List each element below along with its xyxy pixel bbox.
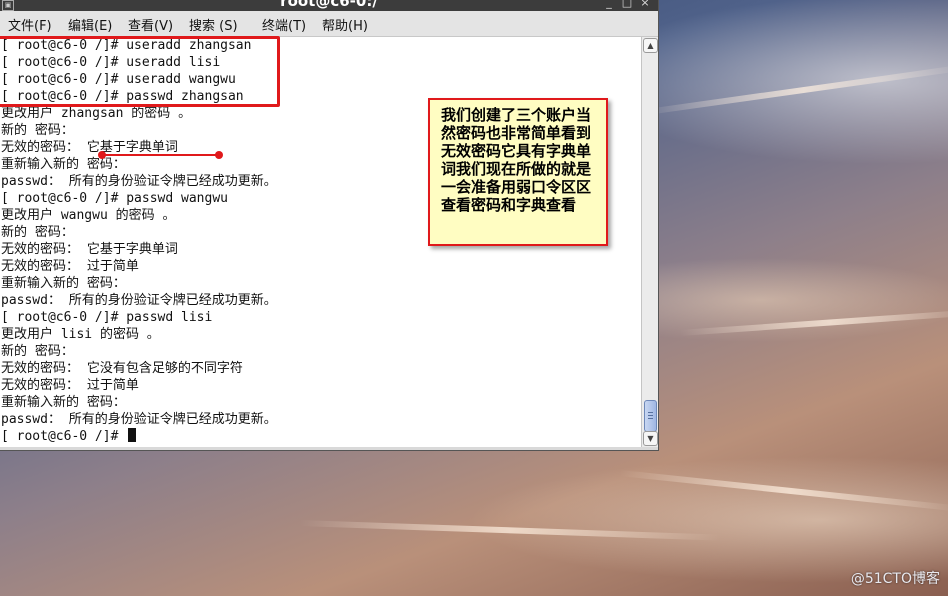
wallpaper-streak (619, 470, 948, 512)
watermark: @51CTO博客 (850, 571, 940, 587)
grip-line (648, 412, 653, 413)
menu-edit[interactable]: 编辑(E) (68, 15, 112, 34)
terminal-line: passwd： 所有的身份验证令牌已经成功更新。 (1, 174, 277, 189)
terminal-line: 重新输入新的 密码： (1, 157, 126, 172)
annotation-callout: 我们创建了三个账户当然密码也非常简单看到无效密码它具有字典单词我们现在所做的就是… (428, 98, 608, 246)
terminal-line: 重新输入新的 密码： (1, 276, 126, 291)
wallpaper-streak (679, 309, 948, 336)
terminal-line: 无效的密码： 过于简单 (1, 378, 139, 393)
terminal-line: 无效的密码： 它基于字典单词 (1, 242, 178, 257)
menu-bar: 文件(F) 编辑(E) 查看(V) 搜索 (S) 终端(T) 帮助(H) (0, 11, 658, 37)
terminal-line: 更改用户 zhangsan 的密码 。 (1, 106, 192, 121)
weak-password-underline (102, 154, 220, 156)
annotation-text: 我们创建了三个账户当然密码也非常简单看到无效密码它具有字典单词我们现在所做的就是… (441, 106, 592, 214)
maximize-button[interactable]: □ (620, 0, 634, 10)
terminal-line: 更改用户 wangwu 的密码 。 (1, 208, 176, 223)
menu-view[interactable]: 查看(V) (128, 15, 173, 34)
wallpaper-streak (299, 520, 720, 541)
terminal-line: passwd： 所有的身份验证令牌已经成功更新。 (1, 293, 277, 308)
underline-start-dot (98, 151, 106, 159)
terminal-prompt: [ root@c6-0 /]# (1, 429, 127, 444)
grip-line (648, 415, 653, 416)
underline-end-dot (215, 151, 223, 159)
terminal-line: 更改用户 lisi 的密码 。 (1, 327, 160, 342)
scroll-up-arrow-icon[interactable]: ▲ (643, 38, 658, 53)
window-title: root@c6-0:/ (280, 0, 378, 10)
menu-terminal[interactable]: 终端(T) (262, 15, 306, 34)
close-button[interactable]: × (638, 0, 652, 10)
title-bar[interactable]: ▣ root@c6-0:/ _ □ × (0, 0, 658, 11)
terminal-line: 无效的密码： 它没有包含足够的不同字符 (1, 361, 243, 376)
command-highlight-box (0, 36, 280, 107)
grip-line (648, 418, 653, 419)
terminal-line: [ root@c6-0 /]# passwd lisi (1, 310, 213, 325)
minimize-button[interactable]: _ (602, 0, 616, 10)
scrollbar-thumb[interactable] (644, 400, 657, 432)
terminal-line: 无效的密码： 过于简单 (1, 259, 139, 274)
terminal-line: 重新输入新的 密码： (1, 395, 126, 410)
menu-help[interactable]: 帮助(H) (322, 15, 368, 34)
terminal-prompt-line[interactable]: [ root@c6-0 /]# (1, 428, 137, 445)
terminal-line: 新的 密码： (1, 123, 74, 138)
terminal-line: 新的 密码： (1, 225, 74, 240)
vertical-scrollbar[interactable]: ▲ ▼ (641, 37, 658, 447)
terminal-line: 新的 密码： (1, 344, 74, 359)
menu-file[interactable]: 文件(F) (8, 15, 52, 34)
wallpaper-streak (639, 64, 948, 116)
text-cursor (128, 428, 137, 442)
scroll-down-arrow-icon[interactable]: ▼ (643, 431, 658, 446)
terminal-line: [ root@c6-0 /]# passwd wangwu (1, 191, 228, 206)
menu-search[interactable]: 搜索 (S) (189, 15, 238, 34)
terminal-line: passwd： 所有的身份验证令牌已经成功更新。 (1, 412, 277, 427)
